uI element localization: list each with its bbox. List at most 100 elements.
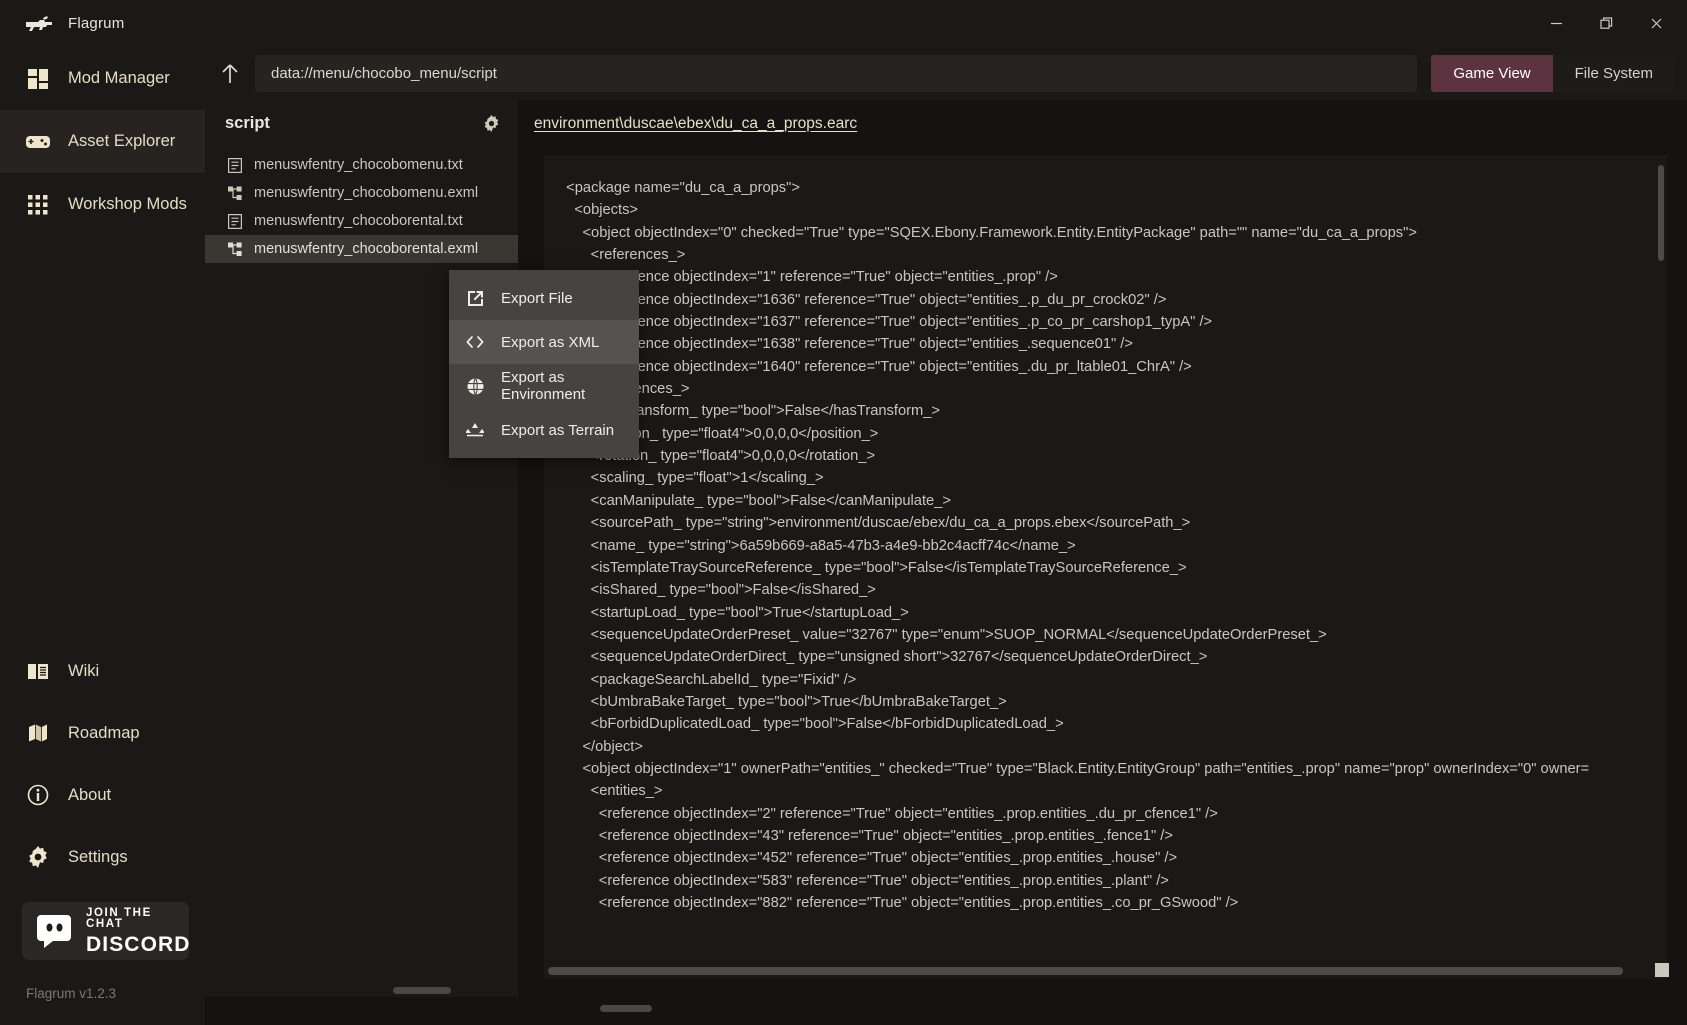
code-line: <sourcePath_ type="string">environment/d… (558, 515, 1191, 532)
viewer-header: environment\duscae\ebex\du_ca_a_props.ea… (518, 100, 1687, 147)
code-line: <reference objectIndex="43" reference="T… (558, 827, 1173, 844)
code-line: <name_ type="string">6a59b669-a8a5-47b3-… (558, 537, 1076, 554)
code-line: <objects> (558, 202, 639, 219)
discord-top-label: JOIN THE CHAT (86, 906, 152, 930)
discord-banner[interactable]: JOIN THE CHAT DISCORD (22, 902, 189, 960)
dots-grid-icon (26, 193, 50, 217)
node-tree-icon (227, 186, 242, 201)
menu-item-export-as-xml[interactable]: Export as XML (449, 320, 639, 364)
code-line: <reference objectIndex="2" reference="Tr… (558, 805, 1218, 822)
viewer-body: <package name="du_ca_a_props"> <objects>… (518, 147, 1687, 979)
node-tree-icon (227, 242, 242, 257)
sidebar-item-label: Roadmap (68, 723, 140, 742)
menu-item-label: Export as Terrain (501, 421, 615, 439)
map-icon (26, 721, 50, 745)
file-pane-horizontal-scrollbar[interactable] (205, 985, 518, 997)
arrow-up-icon[interactable] (205, 47, 255, 100)
sidebar-item-wiki[interactable]: Wiki (0, 640, 205, 702)
list-item[interactable]: menuswfentry_chocoborental.txt (205, 207, 518, 235)
code-line: <object objectIndex="0" checked="True" t… (558, 224, 1417, 241)
maximize-icon[interactable] (1581, 0, 1631, 47)
discord-icon (37, 912, 75, 950)
menu-item-label: Export File (501, 289, 573, 307)
code-line: <references_> (558, 247, 686, 264)
gear-icon (26, 845, 50, 869)
window-title: Flagrum (68, 15, 125, 32)
address-input[interactable]: data://menu/chocobo_menu/script (255, 55, 1418, 92)
tab-file-system[interactable]: File System (1552, 55, 1675, 92)
sidebar-item-mod-manager[interactable]: Mod Manager (0, 47, 205, 110)
menu-item-export-as-terrain[interactable]: Export as Terrain (449, 408, 639, 452)
list-item[interactable]: menuswfentry_chocobomenu.txt (205, 151, 518, 179)
scrollbar-thumb[interactable] (600, 1005, 652, 1012)
code-line: <reference objectIndex="1" reference="Tr… (558, 269, 1058, 286)
sidebar-item-label: Settings (68, 847, 128, 866)
sidebar-item-about[interactable]: About (0, 764, 205, 826)
sidebar-lower-nav: Wiki Roadmap About Settings (0, 640, 205, 888)
code-line: <bUmbraBakeTarget_ type="bool">True</bUm… (558, 693, 1007, 710)
code-line: <hasTransform_ type="bool">False</hasTra… (558, 403, 941, 420)
xml-viewer-pane: environment\duscae\ebex\du_ca_a_props.ea… (518, 100, 1687, 997)
code-box: <package name="du_ca_a_props"> <objects>… (544, 155, 1667, 979)
file-name: menuswfentry_chocobomenu.txt (254, 157, 463, 173)
earc-path-link[interactable]: environment\duscae\ebex\du_ca_a_props.ea… (534, 115, 857, 133)
gamepad-icon (26, 130, 50, 154)
code-line: <reference objectIndex="1636" reference=… (558, 291, 1167, 308)
viewer-footer (518, 963, 1687, 997)
book-icon (26, 659, 50, 683)
code-line: <position_ type="float4">0,0,0,0</positi… (558, 425, 879, 442)
file-name: menuswfentry_chocoborental.exml (254, 241, 479, 257)
code-line: <isShared_ type="bool">False</isShared_> (558, 582, 876, 599)
sidebar: Mod Manager Asset Explorer Workshop Mods (0, 47, 205, 1025)
globe-icon (466, 377, 484, 395)
sidebar-item-label: Asset Explorer (68, 132, 176, 150)
menu-item-label: Export as XML (501, 333, 600, 351)
file-pane-header: script (205, 100, 518, 147)
code-line: <isTemplateTraySourceReference_ type="bo… (558, 559, 1187, 576)
file-list-pane: script menuswfentry_chocobomenu.txt menu… (205, 100, 518, 997)
list-item[interactable]: menuswfentry_chocobomenu.exml (205, 179, 518, 207)
main-area: data://menu/chocobo_menu/script Game Vie… (205, 47, 1687, 1025)
content-panes: script menuswfentry_chocobomenu.txt menu… (205, 100, 1687, 997)
code-line: <packageSearchLabelId_ type="Fixid" /> (558, 671, 857, 688)
scrollbar-thumb[interactable] (548, 967, 1623, 975)
xml-code-content[interactable]: <package name="du_ca_a_props"> <objects>… (544, 155, 1667, 965)
code-line: <reference objectIndex="1640" reference=… (558, 358, 1192, 375)
code-line: <startupLoad_ type="bool">True</startupL… (558, 604, 909, 621)
menu-item-export-file[interactable]: Export File (449, 276, 639, 320)
sidebar-item-workshop-mods[interactable]: Workshop Mods (0, 173, 205, 236)
file-name: menuswfentry_chocobomenu.exml (254, 185, 479, 201)
gun-icon (24, 13, 54, 35)
sidebar-item-settings[interactable]: Settings (0, 826, 205, 888)
tab-game-view[interactable]: Game View (1431, 55, 1553, 92)
scrollbar-thumb[interactable] (393, 987, 451, 994)
export-context-menu: Export File Export as XML Export as Envi… (449, 270, 639, 458)
code-line: <reference objectIndex="1637" reference=… (558, 314, 1213, 331)
app-body: Mod Manager Asset Explorer Workshop Mods (0, 47, 1687, 1025)
version-label: Flagrum v1.2.3 (26, 986, 117, 1001)
resize-grip[interactable] (1655, 963, 1669, 977)
menu-item-export-as-environment[interactable]: Export as Environment (449, 364, 639, 408)
sidebar-item-label: Wiki (68, 661, 100, 680)
sidebar-item-label: Workshop Mods (68, 195, 187, 213)
list-item-selected[interactable]: menuswfentry_chocoborental.exml (205, 235, 518, 263)
sidebar-item-roadmap[interactable]: Roadmap (0, 702, 205, 764)
code-line: <rotation_ type="float4">0,0,0,0</rotati… (558, 448, 876, 465)
file-name: menuswfentry_chocoborental.txt (254, 213, 463, 229)
code-line: <reference objectIndex="452" reference="… (558, 850, 1178, 867)
minimize-icon[interactable] (1531, 0, 1581, 47)
code-line: <object objectIndex="1" ownerPath="entit… (558, 760, 1590, 777)
gear-icon[interactable] (483, 115, 500, 132)
code-line: <bForbidDuplicatedLoad_ type="bool">Fals… (558, 716, 1064, 733)
sidebar-item-label: Mod Manager (68, 69, 170, 87)
code-vertical-scrollbar[interactable] (1658, 165, 1664, 261)
code-horizontal-scrollbar[interactable] (544, 965, 1667, 979)
sidebar-item-asset-explorer[interactable]: Asset Explorer (0, 110, 205, 173)
export-box-icon (466, 289, 484, 307)
code-line: <canManipulate_ type="bool">False</canMa… (558, 492, 951, 509)
sidebar-item-label: About (68, 785, 112, 804)
close-icon[interactable] (1631, 0, 1681, 47)
file-pane-title: script (225, 114, 270, 132)
code-line: <reference objectIndex="882" reference="… (558, 895, 1239, 911)
